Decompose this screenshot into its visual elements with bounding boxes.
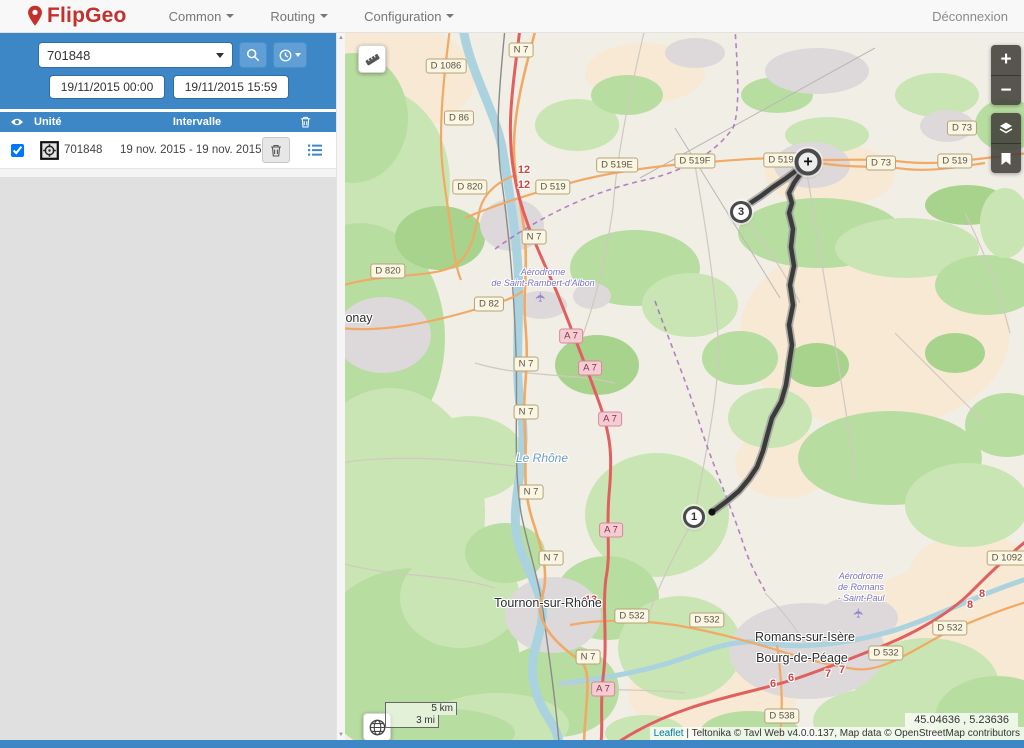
map-attribution: Leaflet | Teltonika © Tavl Web v4.0.0.13… bbox=[650, 727, 1024, 740]
bottom-bar bbox=[0, 740, 1024, 748]
zoom-control: + − bbox=[991, 45, 1021, 105]
track-marker-3[interactable]: 3 bbox=[730, 201, 752, 223]
sidebar-search-panel: 701848 bbox=[0, 33, 336, 109]
layers-button[interactable] bbox=[991, 113, 1021, 143]
scale-mi: 3 mi bbox=[385, 715, 439, 728]
logout-link[interactable]: Déconnexion bbox=[932, 9, 1008, 24]
search-icon bbox=[246, 48, 260, 62]
clock-icon bbox=[279, 49, 292, 62]
track-endpoint-marker[interactable]: + bbox=[795, 149, 822, 176]
track-marker-1[interactable]: 1 bbox=[683, 506, 705, 528]
clock-caret-icon bbox=[295, 53, 301, 57]
chevron-down-icon bbox=[226, 14, 234, 18]
scale-km: 5 km bbox=[385, 702, 457, 715]
bookmark-button[interactable] bbox=[991, 143, 1021, 173]
row-interval: 19 nov. 2015 - 19 nov. 2015 bbox=[120, 144, 262, 156]
unit-table-row: 701848 19 nov. 2015 - 19 nov. 2015 bbox=[0, 132, 336, 169]
scroll-down-icon[interactable]: ▼ bbox=[338, 730, 344, 740]
trash-icon bbox=[300, 116, 311, 128]
map-tools-control bbox=[991, 113, 1021, 173]
sidebar-scrollbar[interactable]: ▲ ▼ bbox=[336, 33, 345, 740]
brand-logo[interactable]: FlipGeo bbox=[26, 4, 127, 28]
row-unit-id: 701848 bbox=[64, 144, 120, 156]
brand-name: FlipGeo bbox=[47, 4, 127, 28]
zoom-out-button[interactable]: − bbox=[991, 75, 1021, 105]
menu-routing[interactable]: Routing bbox=[256, 3, 342, 30]
top-navbar: FlipGeo Common Routing Configuration Décon… bbox=[0, 0, 1024, 33]
menu-common[interactable]: Common bbox=[155, 3, 249, 30]
list-icon bbox=[307, 143, 323, 157]
date-from-input[interactable] bbox=[49, 75, 165, 99]
map-canvas[interactable] bbox=[345, 33, 1024, 740]
chevron-down-icon bbox=[320, 14, 328, 18]
delete-all-button[interactable] bbox=[274, 116, 336, 128]
nav-menus: Common Routing Configuration bbox=[155, 3, 469, 30]
row-details-button[interactable] bbox=[302, 143, 328, 157]
measure-button[interactable] bbox=[358, 45, 386, 73]
sidebar-empty-area bbox=[0, 169, 336, 740]
globe-icon bbox=[368, 718, 387, 737]
map-scale: 5 km 3 mi bbox=[385, 702, 457, 728]
bookmark-icon bbox=[1000, 152, 1012, 166]
map-pin-icon bbox=[26, 5, 44, 27]
sidebar: 701848 bbox=[0, 33, 345, 740]
history-dropdown-button[interactable] bbox=[273, 42, 307, 68]
ruler-icon bbox=[364, 51, 381, 68]
search-button[interactable] bbox=[239, 42, 267, 68]
attribution-text: | Teltonika © Tavl Web v4.0.0.137, Map d… bbox=[684, 728, 1020, 739]
select-caret-icon bbox=[216, 53, 224, 58]
zoom-in-button[interactable]: + bbox=[991, 45, 1021, 75]
units-table-header: Unité Intervalle bbox=[0, 112, 336, 132]
cursor-coordinates: 45.04636 , 5.23636 bbox=[905, 713, 1018, 727]
unit-target-icon bbox=[40, 141, 59, 160]
date-to-input[interactable] bbox=[173, 75, 289, 99]
scroll-up-icon[interactable]: ▲ bbox=[338, 33, 344, 43]
leaflet-link[interactable]: Leaflet bbox=[654, 728, 684, 739]
row-visibility-checkbox[interactable] bbox=[11, 144, 24, 157]
column-header-interval[interactable]: Intervalle bbox=[120, 116, 274, 128]
eye-icon bbox=[10, 117, 24, 127]
chevron-down-icon bbox=[446, 14, 454, 18]
trash-icon bbox=[270, 144, 282, 157]
map[interactable]: D 1086N 7D 86D 73D 519ED 519FD 519D 73D … bbox=[345, 33, 1024, 740]
layers-icon bbox=[998, 120, 1014, 136]
menu-configuration[interactable]: Configuration bbox=[350, 3, 468, 30]
unit-select[interactable]: 701848 bbox=[38, 42, 233, 68]
row-delete-button[interactable] bbox=[262, 137, 290, 163]
column-header-unit[interactable]: Unité bbox=[34, 116, 120, 128]
unit-select-value: 701848 bbox=[47, 48, 90, 63]
